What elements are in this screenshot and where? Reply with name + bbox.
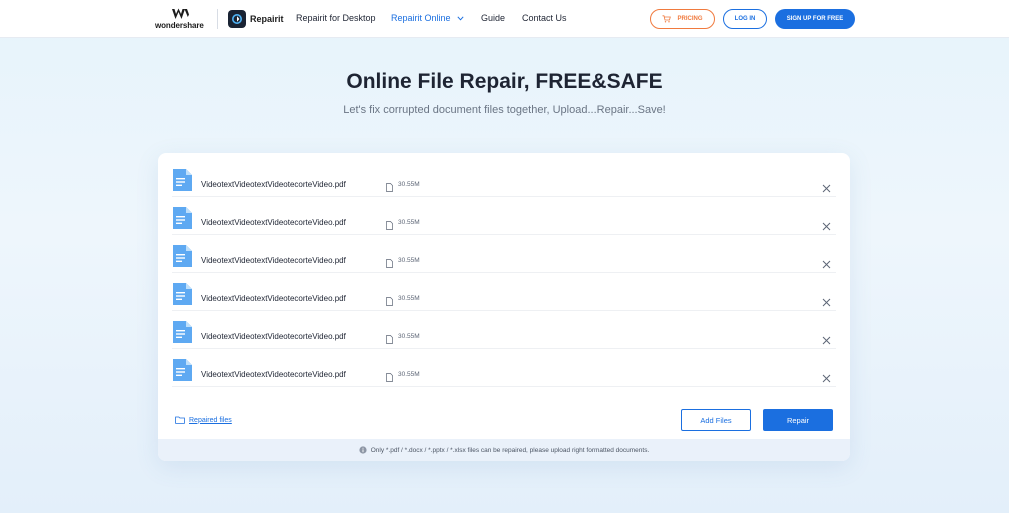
file-size: 30.55M	[398, 295, 420, 302]
document-icon	[172, 245, 192, 267]
file-row: VideotextVideotextVideotecorteVideo.pdf 3…	[172, 235, 836, 273]
repaired-files-label: Repaired files	[189, 416, 232, 424]
file-size-icon	[386, 331, 393, 344]
close-icon[interactable]	[822, 370, 831, 383]
close-icon[interactable]	[822, 294, 831, 307]
file-size-icon	[386, 217, 393, 230]
repaired-files-link[interactable]: Repaired files	[175, 416, 232, 424]
pricing-label: PRICING	[677, 16, 703, 22]
file-list-card: VideotextVideotextVideotecorteVideo.pdf 3…	[158, 153, 850, 461]
file-name: VideotextVideotextVideotecorteVideo.pdf	[201, 332, 346, 341]
nav-contact-us[interactable]: Contact Us	[522, 13, 567, 23]
nav-repairit-online[interactable]: Repairit Online	[391, 13, 464, 23]
pricing-button[interactable]: PRICING	[650, 9, 715, 29]
file-size: 30.55M	[398, 371, 420, 378]
file-name: VideotextVideotextVideotecorteVideo.pdf	[201, 256, 346, 265]
close-icon[interactable]	[822, 256, 831, 269]
document-icon	[172, 359, 192, 381]
document-icon	[172, 283, 192, 305]
file-name: VideotextVideotextVideotecorteVideo.pdf	[201, 218, 346, 227]
file-size: 30.55M	[398, 219, 420, 226]
close-icon[interactable]	[822, 218, 831, 231]
file-name: VideotextVideotextVideotecorteVideo.pdf	[201, 370, 346, 379]
file-row: VideotextVideotextVideotecorteVideo.pdf 3…	[172, 159, 836, 197]
format-note: Only *.pdf / *.docx / *.pptx / *.xlsx fi…	[158, 439, 850, 461]
header-divider	[217, 9, 218, 29]
signup-button[interactable]: SIGN UP FOR FREE	[775, 9, 855, 29]
nav-repairit-desktop[interactable]: Repairit for Desktop	[296, 13, 376, 23]
page-subtitle: Let's fix corrupted document files toget…	[343, 104, 666, 116]
nav-guide[interactable]: Guide	[481, 13, 505, 23]
product-logo[interactable]: Repairit	[228, 9, 284, 29]
file-size: 30.55M	[398, 333, 420, 340]
file-row: VideotextVideotextVideotecorteVideo.pdf 3…	[172, 197, 836, 235]
repair-button[interactable]: Repair	[763, 409, 833, 431]
file-name: VideotextVideotextVideotecorteVideo.pdf	[201, 180, 346, 189]
wondershare-logo[interactable]: wondershare	[155, 8, 207, 32]
chevron-down-icon	[457, 16, 464, 21]
document-icon	[172, 169, 192, 191]
folder-icon	[175, 416, 185, 424]
file-size-icon	[386, 369, 393, 382]
close-icon[interactable]	[822, 180, 831, 193]
file-row: VideotextVideotextVideotecorteVideo.pdf 3…	[172, 349, 836, 387]
file-size-icon	[386, 179, 393, 192]
format-note-text: Only *.pdf / *.docx / *.pptx / *.xlsx fi…	[370, 446, 650, 454]
file-size-icon	[386, 293, 393, 306]
file-name: VideotextVideotextVideotecorteVideo.pdf	[201, 294, 346, 303]
page-title: Online File Repair, FREE&SAFE	[346, 70, 663, 93]
cart-icon	[662, 15, 672, 23]
add-files-button[interactable]: Add Files	[681, 409, 751, 431]
card-footer: Repaired files Add Files Repair	[158, 401, 850, 437]
info-icon	[359, 446, 367, 454]
document-icon	[172, 207, 192, 229]
top-navigation-bar: wondershare Repairit Repairit for Deskto…	[0, 0, 1009, 38]
close-icon[interactable]	[822, 332, 831, 345]
file-size: 30.55M	[398, 257, 420, 264]
login-button[interactable]: LOG IN	[723, 9, 767, 29]
nav-repairit-online-label: Repairit Online	[391, 13, 451, 23]
wondershare-logo-icon	[172, 8, 189, 19]
file-row: VideotextVideotextVideotecorteVideo.pdf 3…	[172, 311, 836, 349]
file-size-icon	[386, 255, 393, 268]
brand-name: wondershare	[155, 21, 204, 30]
repairit-app-icon	[228, 10, 246, 28]
file-row: VideotextVideotextVideotecorteVideo.pdf 3…	[172, 273, 836, 311]
product-name: Repairit	[250, 14, 284, 24]
document-icon	[172, 321, 192, 343]
file-size: 30.55M	[398, 181, 420, 188]
